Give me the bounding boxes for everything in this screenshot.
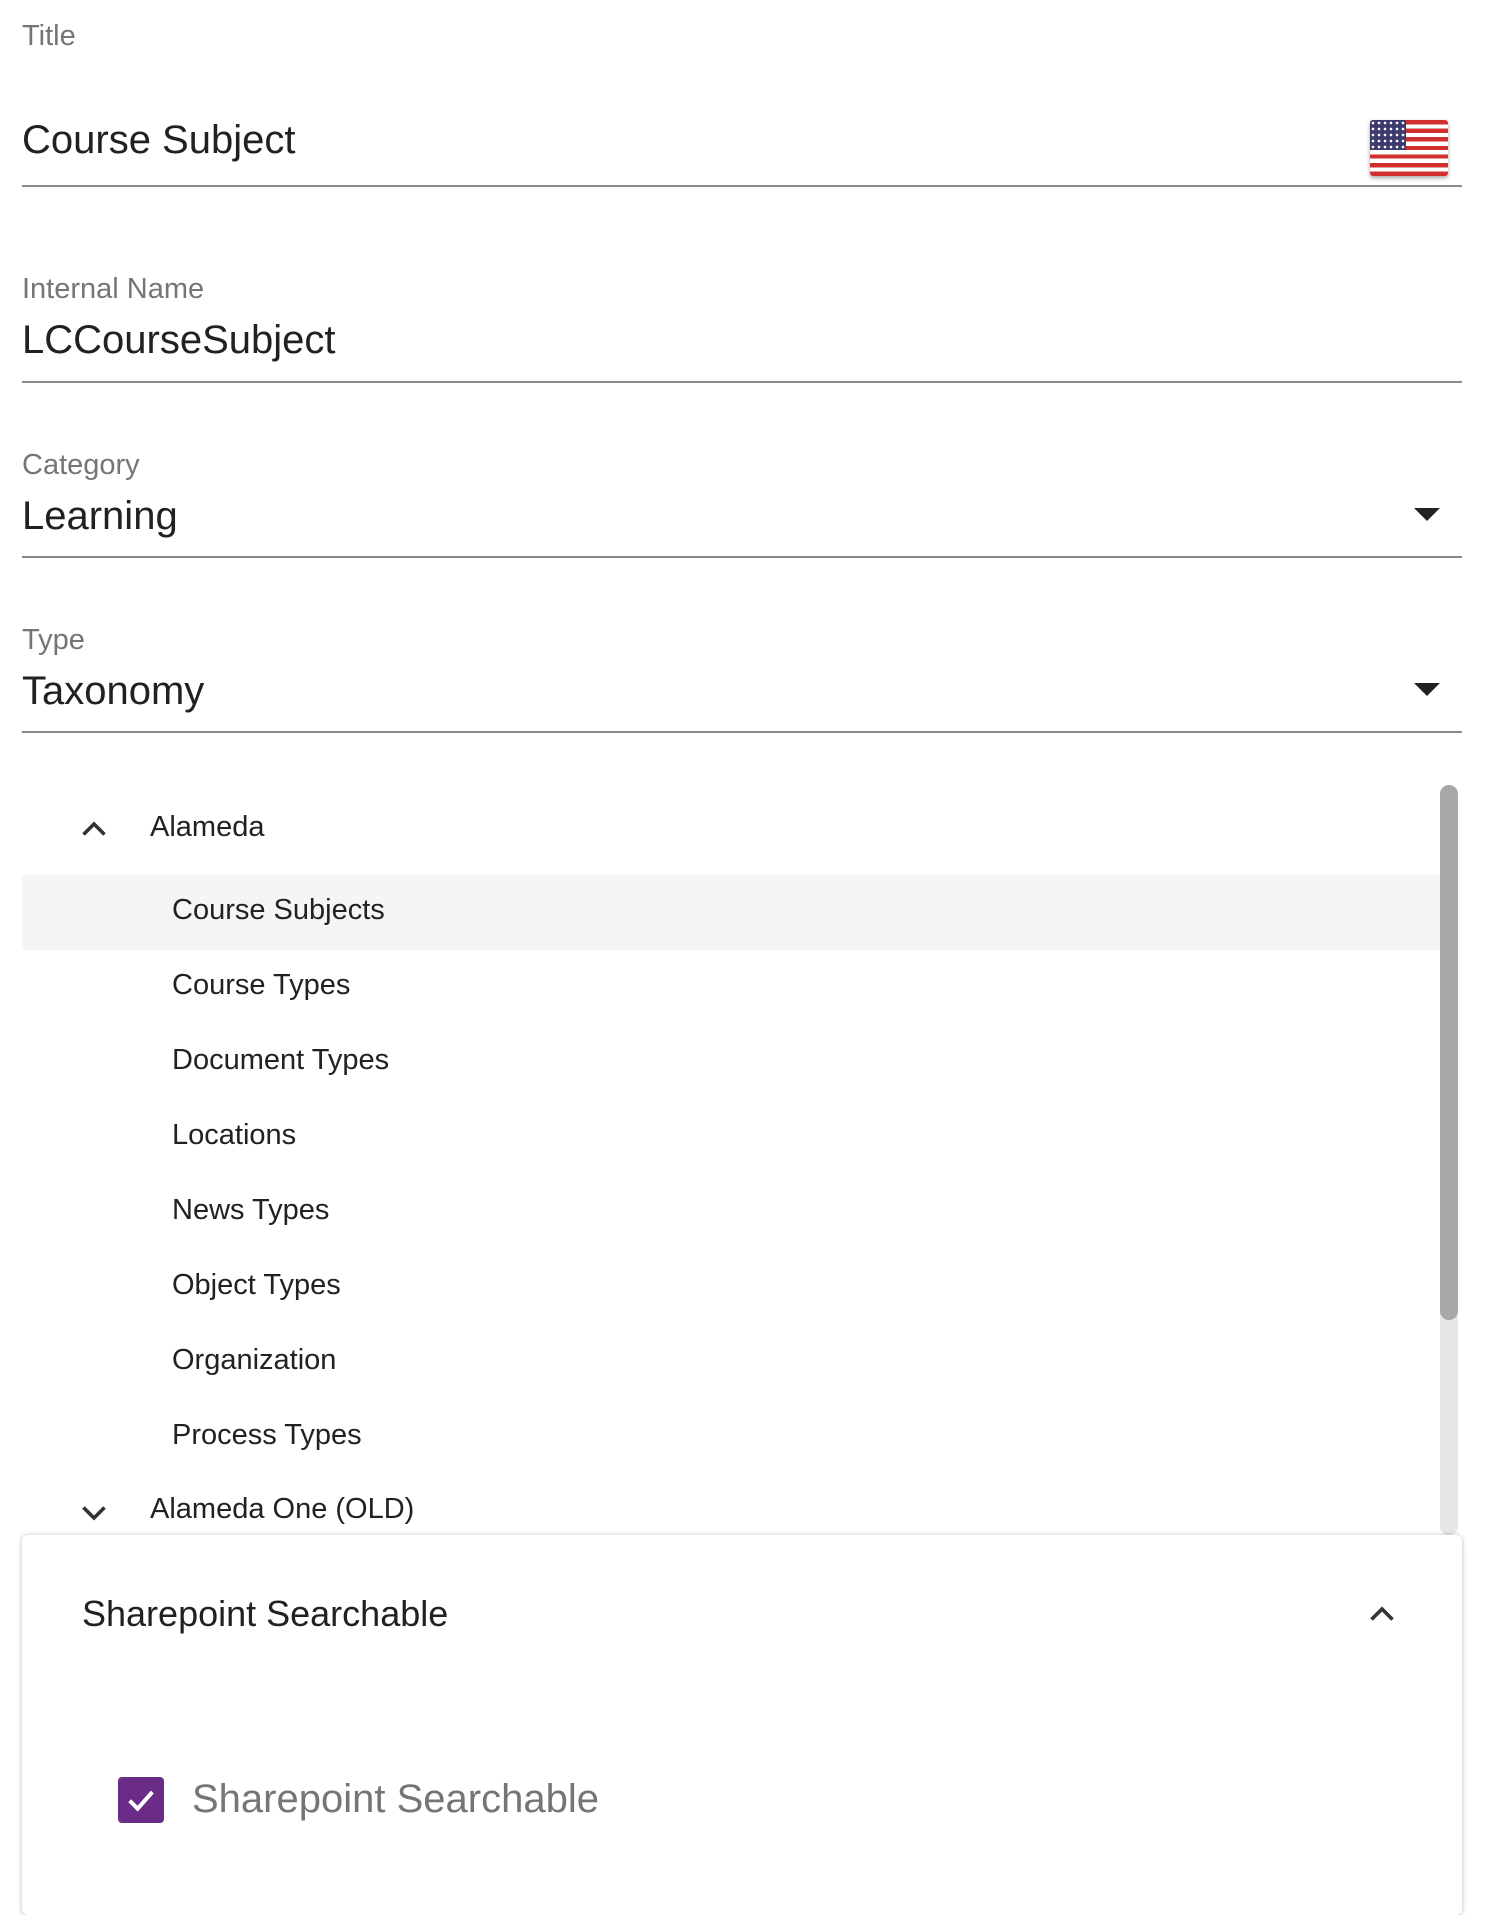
tree-item-news-types[interactable]: News Types bbox=[22, 1175, 1442, 1250]
tree-item-label: Locations bbox=[172, 1119, 297, 1151]
tree-item-course-subjects[interactable]: Course Subjects bbox=[22, 875, 1442, 950]
chevron-up-icon[interactable] bbox=[76, 812, 112, 848]
title-input[interactable]: Course Subject bbox=[22, 118, 295, 163]
internal-name-label: Internal Name bbox=[22, 273, 205, 305]
category-value: Learning bbox=[22, 494, 178, 538]
tree-item-process-types[interactable]: Process Types bbox=[22, 1400, 1442, 1475]
tree-group-label: Alameda One (OLD) bbox=[150, 1493, 415, 1525]
tree-item-label: Course Types bbox=[172, 969, 351, 1001]
tree-item-label: Course Subjects bbox=[172, 894, 385, 926]
tree-item-label: News Types bbox=[172, 1194, 330, 1226]
tree-item-label: Document Types bbox=[172, 1044, 390, 1076]
title-label: Title bbox=[22, 20, 76, 52]
tree-group-alameda-one-old[interactable]: Alameda One (OLD) bbox=[22, 1475, 1442, 1535]
taxonomy-tree[interactable]: Alameda Course Subjects Course Types Doc… bbox=[22, 785, 1462, 1535]
tree-item-course-types[interactable]: Course Types bbox=[22, 950, 1442, 1025]
category-dropdown-arrow-icon[interactable] bbox=[1414, 508, 1440, 521]
panel-title: Sharepoint Searchable bbox=[82, 1593, 449, 1634]
internal-name-field[interactable]: Internal Name LCCourseSubject bbox=[22, 270, 1462, 383]
tree-item-label: Organization bbox=[172, 1344, 337, 1376]
category-select[interactable]: Category Learning bbox=[22, 446, 1462, 558]
type-value: Taxonomy bbox=[22, 669, 205, 713]
category-label: Category bbox=[22, 449, 140, 481]
tree-group-alameda[interactable]: Alameda bbox=[22, 793, 1442, 868]
type-select[interactable]: Type Taxonomy bbox=[22, 621, 1462, 733]
chevron-up-icon[interactable] bbox=[1364, 1597, 1400, 1633]
tree-item-locations[interactable]: Locations bbox=[22, 1100, 1442, 1175]
sharepoint-searchable-checkbox[interactable] bbox=[118, 1777, 164, 1823]
tree-group-label: Alameda bbox=[150, 811, 265, 843]
internal-name-input[interactable]: LCCourseSubject bbox=[22, 318, 336, 363]
tree-item-label: Process Types bbox=[172, 1419, 362, 1451]
sharepoint-searchable-label[interactable]: Sharepoint Searchable bbox=[192, 1777, 599, 1822]
tree-item-organization[interactable]: Organization bbox=[22, 1325, 1442, 1400]
tree-scrollbar-thumb[interactable] bbox=[1440, 785, 1458, 1320]
type-label: Type bbox=[22, 624, 85, 656]
tree-item-object-types[interactable]: Object Types bbox=[22, 1250, 1442, 1325]
tree-item-document-types[interactable]: Document Types bbox=[22, 1025, 1442, 1100]
tree-item-label: Object Types bbox=[172, 1269, 341, 1301]
chevron-down-icon[interactable] bbox=[76, 1494, 112, 1530]
sharepoint-searchable-panel: Sharepoint Searchable Sharepoint Searcha… bbox=[22, 1535, 1462, 1915]
checkmark-icon bbox=[128, 1790, 154, 1812]
title-field[interactable]: Title Course Subject bbox=[22, 0, 1462, 187]
tree-scrollbar[interactable] bbox=[1440, 785, 1458, 1535]
type-dropdown-arrow-icon[interactable] bbox=[1414, 683, 1440, 696]
us-flag-icon[interactable] bbox=[1370, 120, 1448, 176]
sharepoint-panel-header[interactable]: Sharepoint Searchable bbox=[22, 1535, 1462, 1695]
